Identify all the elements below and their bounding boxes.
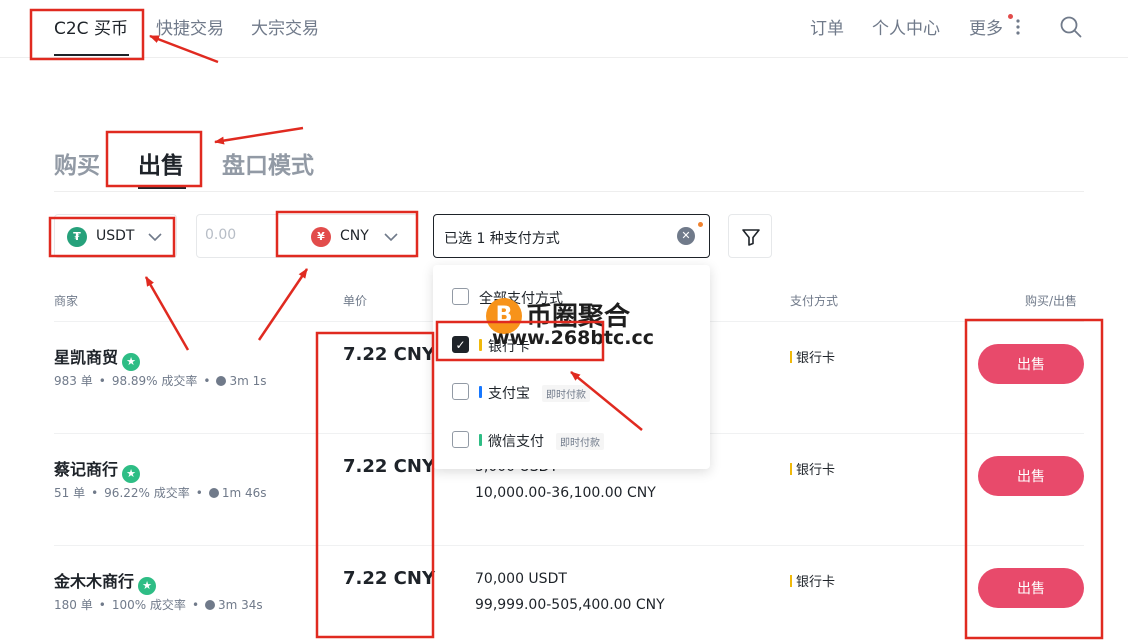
payment-method-summary: 已选 1 种支付方式: [444, 231, 560, 247]
sell-button[interactable]: 出售: [978, 456, 1084, 496]
divider: [54, 191, 1084, 192]
tab-active-underline: [138, 186, 186, 189]
nav-orders[interactable]: 订单: [810, 14, 844, 39]
merchant-name[interactable]: 星凯商贸 ★: [54, 344, 141, 371]
sell-button[interactable]: 出售: [978, 568, 1084, 608]
yuan-icon: ¥: [311, 227, 331, 247]
payment-method: 银行卡: [790, 571, 835, 590]
available-qty: 70,000 USDT: [475, 571, 567, 587]
method-color-bar: [479, 434, 482, 446]
col-merchant: 商家: [54, 294, 79, 308]
checkbox[interactable]: [452, 288, 469, 305]
checkbox[interactable]: [452, 431, 469, 448]
tab-sell[interactable]: 出售: [138, 146, 184, 180]
verified-icon: ★: [122, 465, 141, 483]
order-limit: 10,000.00-36,100.00 CNY: [475, 485, 656, 501]
merchant-name[interactable]: 金木木商行 ★: [54, 568, 157, 595]
instant-pay-tag: 即时付款: [542, 385, 590, 402]
watermark-url: www.268btc.cc: [492, 327, 655, 349]
clear-icon[interactable]: ✕: [677, 227, 695, 245]
selection-dot: [698, 222, 703, 227]
coin-select-value: USDT: [96, 228, 135, 244]
payment-method: 银行卡: [790, 459, 835, 478]
chevron-down-icon: [148, 233, 162, 242]
amount-input-group: ¥ CNY: [196, 214, 418, 258]
table-row: 金木木商行 ★ 180 单 • 100% 成交率 • 3m 34s 7.22 CNY 70…: [54, 545, 1084, 641]
fiat-select-value[interactable]: CNY: [340, 228, 369, 244]
sell-button[interactable]: 出售: [978, 344, 1084, 384]
clock-icon: [208, 488, 219, 498]
instant-pay-tag: 即时付款: [556, 433, 604, 450]
more-dots-icon[interactable]: [1015, 18, 1021, 36]
merchant-stats: 983 单 • 98.89% 成交率 • 3m 1s: [54, 374, 267, 388]
clock-icon: [216, 376, 227, 386]
nav-block-trade[interactable]: 大宗交易: [251, 14, 319, 39]
nav-c2c-buy[interactable]: C2C 买币: [54, 14, 128, 39]
chevron-down-icon[interactable]: [383, 229, 399, 245]
method-color-bar: [479, 339, 482, 351]
search-icon[interactable]: [1060, 16, 1082, 38]
filter-button[interactable]: [728, 214, 772, 258]
unit-price: 7.22 CNY: [343, 344, 435, 365]
watermark: B 币圈聚合 www.268btc.cc: [486, 296, 656, 352]
coin-select[interactable]: ₮ USDT: [54, 214, 177, 258]
nav-quick-trade[interactable]: 快捷交易: [156, 14, 224, 39]
nav-more[interactable]: 更多: [969, 14, 1003, 39]
tether-icon: ₮: [67, 227, 87, 247]
payment-method-select[interactable]: 已选 1 种支付方式 ✕: [433, 214, 710, 258]
merchant-stats: 51 单 • 96.22% 成交率 • 1m 46s: [54, 486, 267, 500]
tab-orderbook-mode[interactable]: 盘口模式: [222, 146, 314, 180]
notification-dot: [1008, 14, 1013, 19]
checkbox[interactable]: [452, 383, 469, 400]
tab-buy[interactable]: 购买: [54, 146, 100, 180]
annotation-arrow: [214, 126, 304, 145]
merchant-stats: 180 单 • 100% 成交率 • 3m 34s: [54, 598, 263, 612]
verified-icon: ★: [122, 353, 141, 371]
top-nav: C2C 买币 快捷交易 大宗交易 订单 个人中心 更多: [0, 0, 1128, 58]
verified-icon: ★: [138, 577, 157, 595]
col-payment: 支付方式: [790, 294, 839, 308]
nav-active-underline: [54, 54, 129, 56]
unit-price: 7.22 CNY: [343, 456, 435, 477]
order-limit: 99,999.00-505,400.00 CNY: [475, 597, 665, 613]
col-price: 单价: [343, 294, 368, 308]
clock-icon: [205, 600, 216, 610]
amount-input[interactable]: [205, 227, 275, 243]
merchant-name[interactable]: 蔡记商行 ★: [54, 456, 141, 483]
col-action: 购买/出售: [1025, 294, 1078, 308]
unit-price: 7.22 CNY: [343, 568, 435, 589]
checkbox-checked[interactable]: ✓: [452, 336, 469, 353]
nav-user-center[interactable]: 个人中心: [872, 14, 940, 39]
filter-icon: [742, 229, 760, 246]
method-color-bar: [479, 386, 482, 398]
payment-method: 银行卡: [790, 347, 835, 366]
